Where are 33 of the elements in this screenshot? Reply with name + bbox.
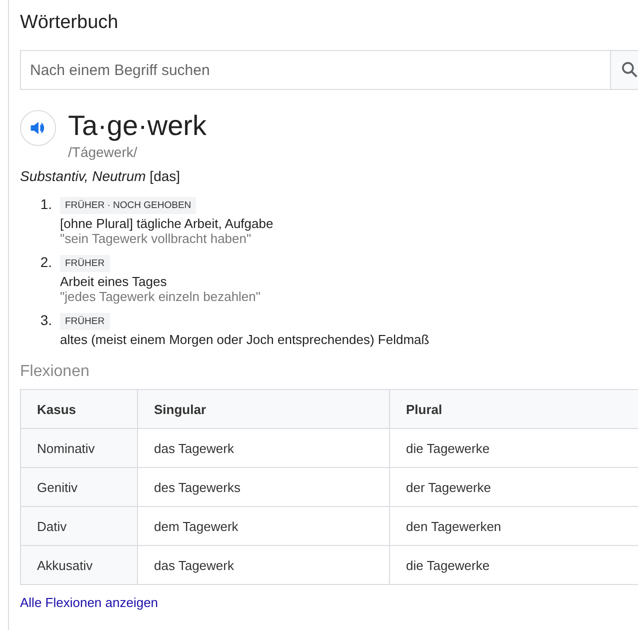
grammar-info: Substantiv, Neutrum [das]	[20, 168, 182, 184]
example: "sein Tagewerk vollbracht haben"	[60, 231, 252, 246]
speaker-icon	[29, 119, 47, 137]
example: "jedes Tagewerk einzeln bezahlen"	[60, 289, 261, 304]
table-cell: Genitiv	[20, 468, 138, 506]
search-icon	[620, 60, 638, 80]
column-header: Kasus	[20, 390, 138, 428]
section-heading: Flexionen	[20, 363, 90, 381]
sense-number: 1.	[39, 196, 53, 214]
table-cell: des Tagewerks	[138, 468, 390, 506]
usage-label: FRÜHER	[60, 313, 110, 330]
pronunciation: /Tágewerk/	[68, 144, 138, 160]
search-button[interactable]	[610, 50, 638, 90]
table-cell: das Tagewerk	[138, 546, 390, 584]
usage-label: FRÜHER	[60, 255, 110, 272]
usage-label: FRÜHER · NOCH GEHOBEN	[60, 197, 196, 214]
definition: altes (meist einem Morgen oder Joch entsprechendes) Feldmaß	[60, 332, 430, 347]
show-all-link[interactable]: Alle Flexionen anzeigen	[20, 595, 638, 610]
speaker-button[interactable]	[20, 110, 56, 146]
table-cell: das Tagewerk	[138, 428, 390, 468]
definition: [ohne Plural] tägliche Arbeit, Aufgabe	[60, 216, 274, 231]
dictionary-title: Wörterbuch	[20, 12, 120, 34]
column-header: Singular	[138, 390, 390, 428]
table-cell: dem Tagewerk	[138, 506, 390, 546]
search-field[interactable]: Nach einem Begriff suchen	[20, 50, 610, 90]
column-header: Plural	[390, 390, 638, 428]
sense-number: 2.	[39, 254, 53, 272]
table-cell: Dativ	[20, 506, 138, 546]
sense-number: 3.	[39, 312, 53, 330]
definition: Arbeit eines Tages	[60, 274, 168, 289]
table-cell: Akkusativ	[20, 546, 138, 584]
headword: Ta·ge·werk	[68, 110, 206, 142]
table-cell: Nominativ	[20, 428, 138, 468]
